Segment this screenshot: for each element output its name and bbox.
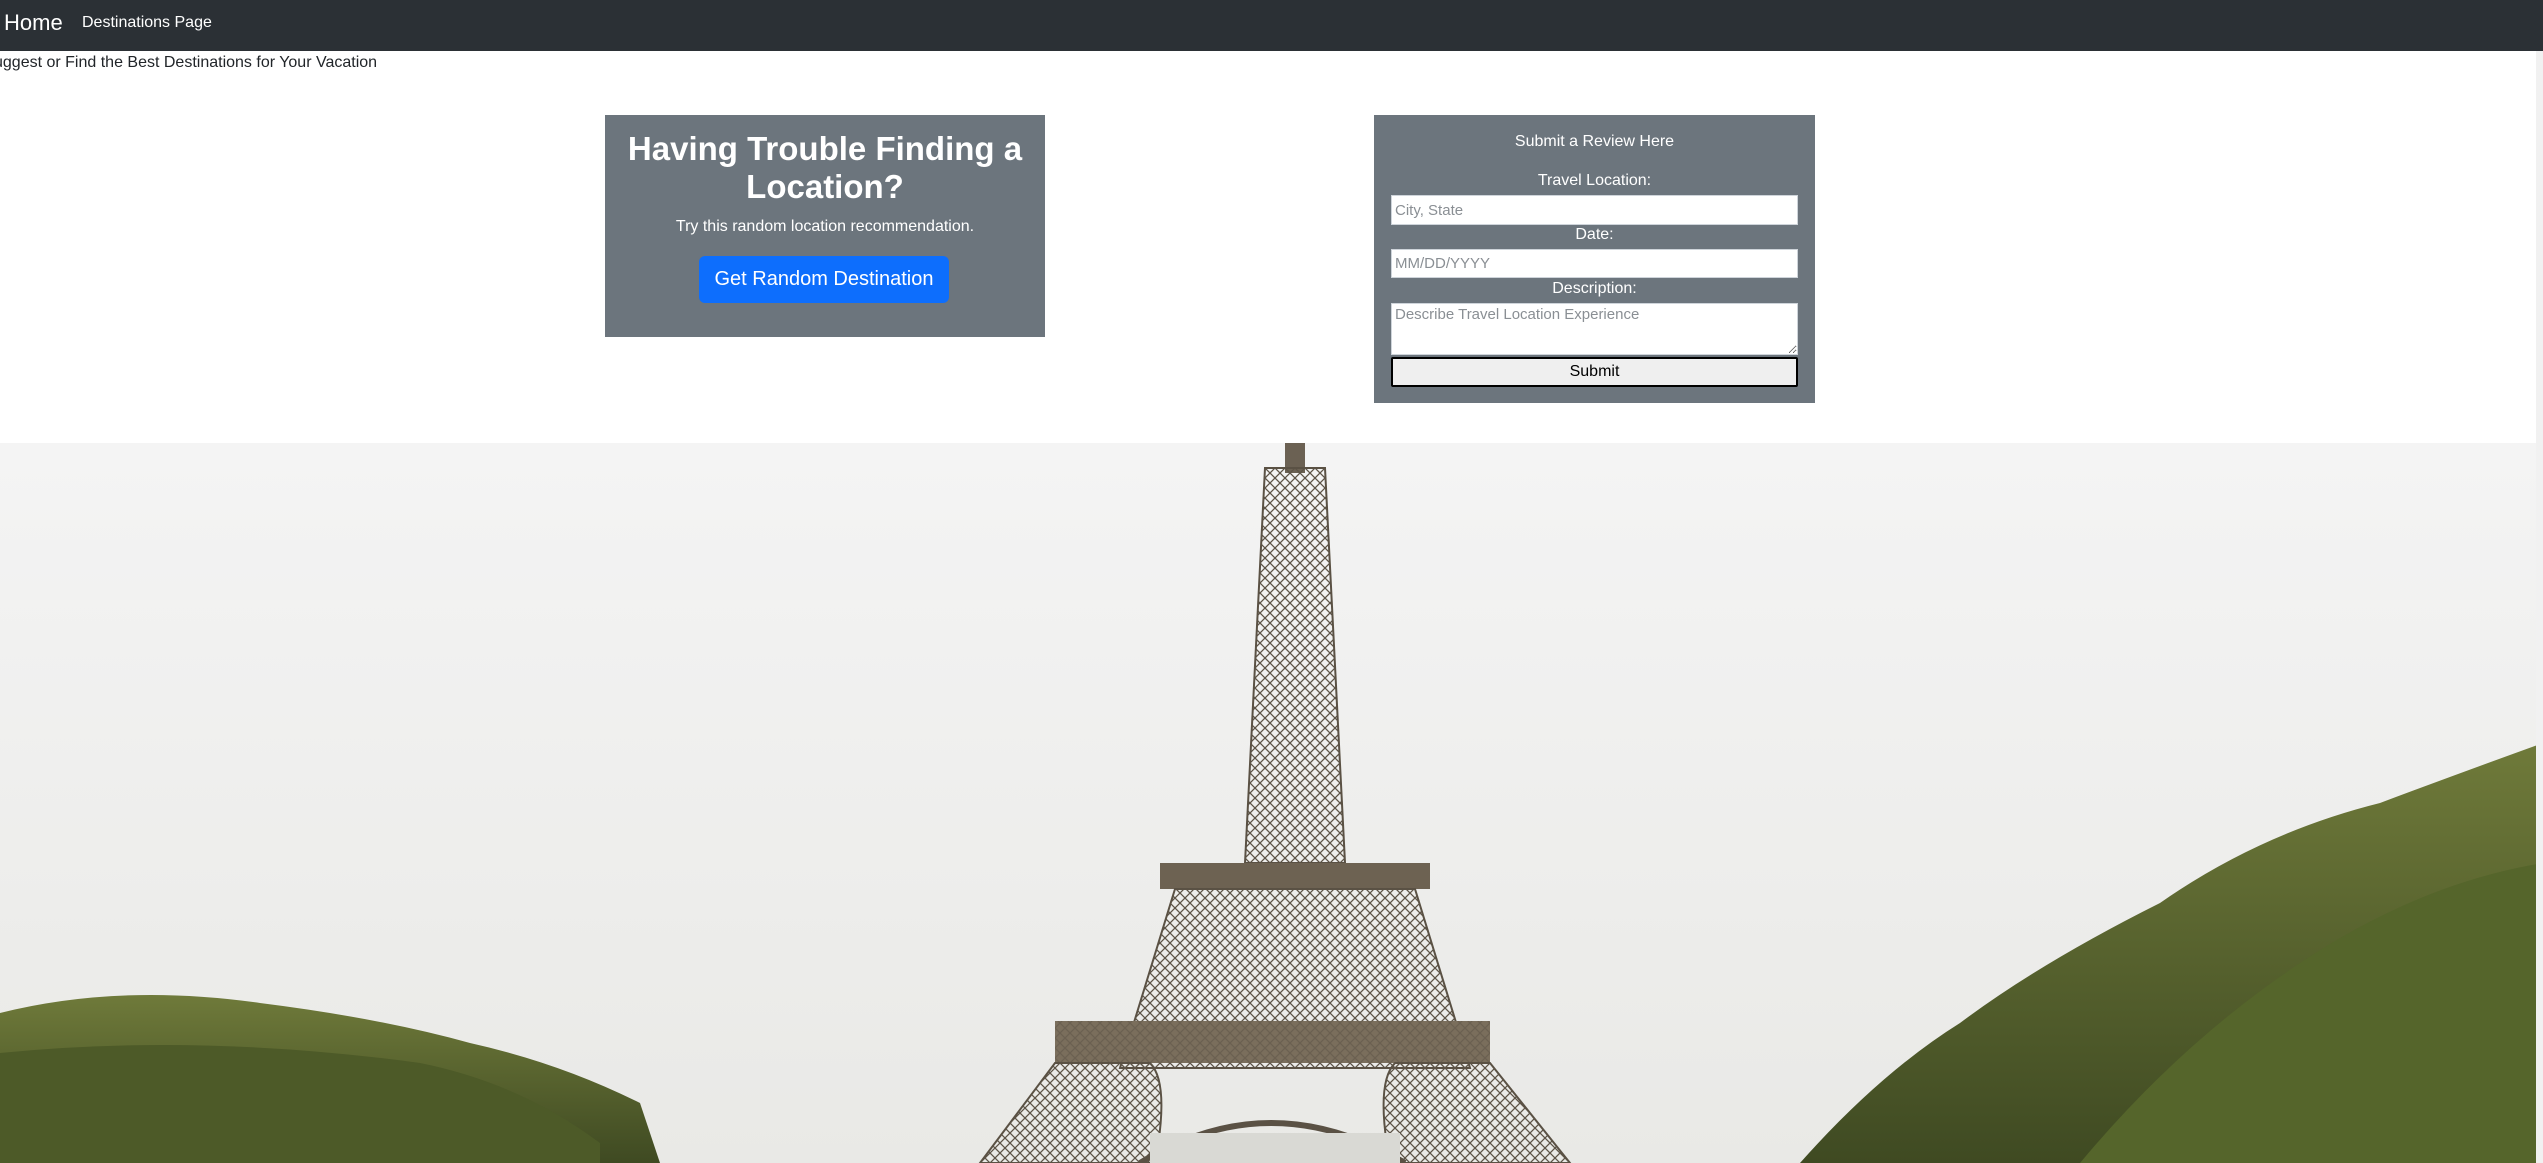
eiffel-tower-illustration bbox=[0, 443, 2543, 1163]
review-form: Submit a Review Here Travel Location: Da… bbox=[1374, 115, 1815, 403]
description-textarea[interactable] bbox=[1391, 303, 1798, 355]
date-input[interactable] bbox=[1391, 249, 1798, 278]
submit-review-button[interactable]: Submit bbox=[1391, 357, 1798, 387]
random-destination-card: Having Trouble Finding a Location? Try t… bbox=[605, 115, 1045, 337]
navbar: Home Destinations Page bbox=[0, 0, 2543, 51]
scrollbar[interactable] bbox=[2536, 51, 2543, 1163]
random-card-subtitle: Try this random location recommendation. bbox=[675, 218, 975, 235]
page-tagline: uggest or Find the Best Destinations for… bbox=[0, 54, 378, 71]
page: Home Destinations Page uggest or Find th… bbox=[0, 0, 2543, 1163]
travel-location-label: Travel Location: bbox=[1537, 172, 1652, 189]
nav-home-link[interactable]: Home bbox=[4, 10, 63, 36]
review-form-title: Submit a Review Here bbox=[1514, 133, 1675, 150]
description-label: Description: bbox=[1552, 280, 1637, 297]
hero-eiffel-tower-image bbox=[0, 443, 2543, 1163]
date-label: Date: bbox=[1575, 226, 1614, 243]
get-random-destination-button[interactable]: Get Random Destination bbox=[699, 256, 949, 303]
random-card-title: Having Trouble Finding a Location? bbox=[627, 130, 1023, 205]
nav-destinations-link[interactable]: Destinations Page bbox=[82, 14, 212, 32]
travel-location-input[interactable] bbox=[1391, 195, 1798, 225]
